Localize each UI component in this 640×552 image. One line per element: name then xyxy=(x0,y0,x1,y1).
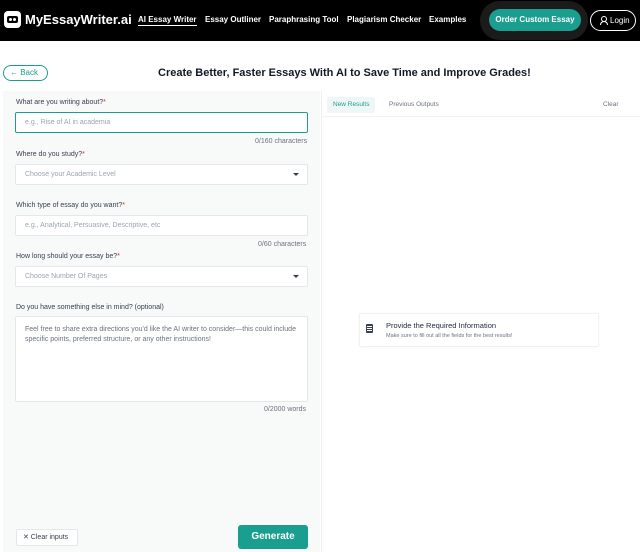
academic-level-select[interactable]: Choose your Academic Level xyxy=(15,164,308,185)
logo-text: MyEssayWriter.ai xyxy=(25,12,132,27)
empty-state-card: Provide the Required Information Make su… xyxy=(359,313,599,347)
nav-link-plagiarism-checker[interactable]: Plagiarism Checker xyxy=(347,15,421,24)
topic-input[interactable]: e.g., Rise of AI in academia xyxy=(15,112,308,133)
chevron-down-icon xyxy=(293,173,299,176)
tab-previous-outputs[interactable]: Previous Outputs xyxy=(383,97,445,113)
tabs-divider xyxy=(321,116,640,117)
empty-state-title: Provide the Required Information xyxy=(386,321,497,330)
login-button[interactable]: Login xyxy=(590,10,636,31)
extra-instructions-label: Do you have something else in mind? (opt… xyxy=(16,304,164,311)
login-label: Login xyxy=(610,16,630,25)
essay-length-label: How long should your essay be?* xyxy=(16,253,120,260)
nav-link-ai-essay-writer[interactable]: AI Essay Writer xyxy=(138,15,197,26)
topic-char-counter: 0/160 characters xyxy=(255,138,308,145)
order-custom-essay-button[interactable]: Order Custom Essay xyxy=(489,9,581,31)
essay-type-input[interactable]: e.g., Analytical, Persuasive, Descriptiv… xyxy=(15,215,308,236)
academic-level-label: Where do you study?* xyxy=(16,151,85,158)
extra-word-counter: 0/2000 words xyxy=(264,406,307,413)
nav-link-examples[interactable]: Examples xyxy=(429,15,466,24)
topic-label: What are you writing about?* xyxy=(16,99,106,106)
essay-length-select[interactable]: Choose Number Of Pages xyxy=(15,266,308,287)
essay-type-label: Which type of essay do you want?* xyxy=(16,202,125,209)
robot-logo-icon xyxy=(4,11,21,28)
clear-results-button[interactable]: Clear xyxy=(603,97,619,113)
clear-inputs-button[interactable]: ✕ Clear inputs xyxy=(16,529,78,546)
extra-instructions-textarea[interactable]: Feel free to share extra directions you'… xyxy=(15,316,308,402)
top-nav: MyEssayWriter.ai AI Essay Writer Essay O… xyxy=(0,0,640,41)
logo[interactable]: MyEssayWriter.ai xyxy=(4,11,132,28)
essay-type-char-counter: 0/60 characters xyxy=(258,241,307,248)
page-title: Create Better, Faster Essays With AI to … xyxy=(158,67,531,79)
back-button[interactable]: ← Back xyxy=(3,65,48,81)
empty-state-subtitle: Make sure to fill out all the fields for… xyxy=(386,333,513,339)
generate-button[interactable]: Generate xyxy=(238,525,308,549)
nav-link-paraphrasing-tool[interactable]: Paraphrasing Tool xyxy=(269,15,339,24)
chevron-down-icon xyxy=(293,275,299,278)
user-icon xyxy=(600,16,608,25)
tab-new-results[interactable]: New Results xyxy=(327,97,376,113)
nav-link-essay-outliner[interactable]: Essay Outliner xyxy=(205,15,261,24)
document-icon xyxy=(366,324,373,333)
